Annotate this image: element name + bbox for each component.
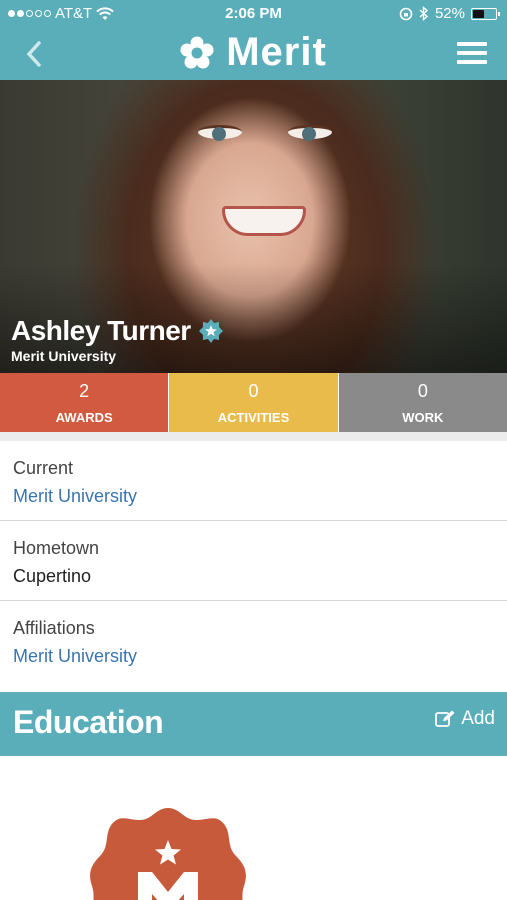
stat-work[interactable]: 0 WORK bbox=[338, 373, 507, 432]
stats-bar: 2 AWARDS 0 ACTIVITIES 0 WORK bbox=[0, 373, 507, 432]
info-row-affiliations: Affiliations Merit University bbox=[0, 601, 507, 692]
bluetooth-icon bbox=[419, 6, 429, 21]
merit-m-badge-icon bbox=[90, 808, 246, 900]
section-title: Education bbox=[13, 704, 164, 740]
edit-icon bbox=[435, 710, 455, 727]
info-row-hometown: Hometown Cupertino bbox=[0, 521, 507, 601]
add-label: Add bbox=[461, 708, 495, 729]
hamburger-menu-icon[interactable] bbox=[457, 40, 487, 66]
right-eye bbox=[288, 125, 332, 141]
status-right: 52% bbox=[399, 5, 500, 22]
smile bbox=[222, 206, 306, 236]
profile-name: Ashley Turner bbox=[11, 315, 191, 346]
nav-bar: Merit bbox=[0, 28, 507, 80]
stat-label: ACTIVITIES bbox=[217, 409, 290, 425]
info-value-link[interactable]: Merit University bbox=[13, 486, 137, 507]
status-bar: AT&T 2:06 PM 52% bbox=[0, 0, 507, 28]
info-value: Cupertino bbox=[13, 566, 92, 586]
stat-label: WORK bbox=[402, 409, 444, 425]
info-row-current: Current Merit University bbox=[0, 441, 507, 521]
verified-star-icon bbox=[198, 319, 223, 343]
profile-photo: Ashley Turner Merit University bbox=[0, 80, 507, 373]
info-label: Hometown bbox=[13, 538, 100, 558]
info-label: Affiliations bbox=[13, 618, 95, 638]
stat-count: 0 bbox=[417, 380, 428, 401]
merit-logo-icon bbox=[180, 36, 214, 68]
app-logo: Merit bbox=[0, 30, 507, 75]
stat-count: 0 bbox=[248, 380, 259, 401]
add-education-button[interactable]: Add bbox=[435, 708, 495, 730]
education-header: Education Add bbox=[0, 692, 507, 756]
battery-percent: 52% bbox=[434, 5, 465, 22]
info-value-link[interactable]: Merit University bbox=[13, 646, 137, 667]
stat-label: AWARDS bbox=[55, 409, 113, 425]
profile-school: Merit University bbox=[11, 348, 117, 364]
battery-fill bbox=[473, 9, 484, 18]
info-label: Current bbox=[13, 458, 74, 478]
stat-count: 2 bbox=[79, 380, 90, 401]
divider bbox=[0, 432, 507, 441]
stat-awards[interactable]: 2 AWARDS bbox=[0, 373, 169, 432]
stat-activities[interactable]: 0 ACTIVITIES bbox=[168, 373, 339, 432]
rotation-lock-icon bbox=[399, 7, 413, 20]
left-eye bbox=[198, 125, 242, 141]
battery-icon bbox=[471, 7, 500, 20]
logo-text: Merit bbox=[226, 30, 327, 74]
profile-name-row: Ashley Turner bbox=[11, 315, 223, 347]
